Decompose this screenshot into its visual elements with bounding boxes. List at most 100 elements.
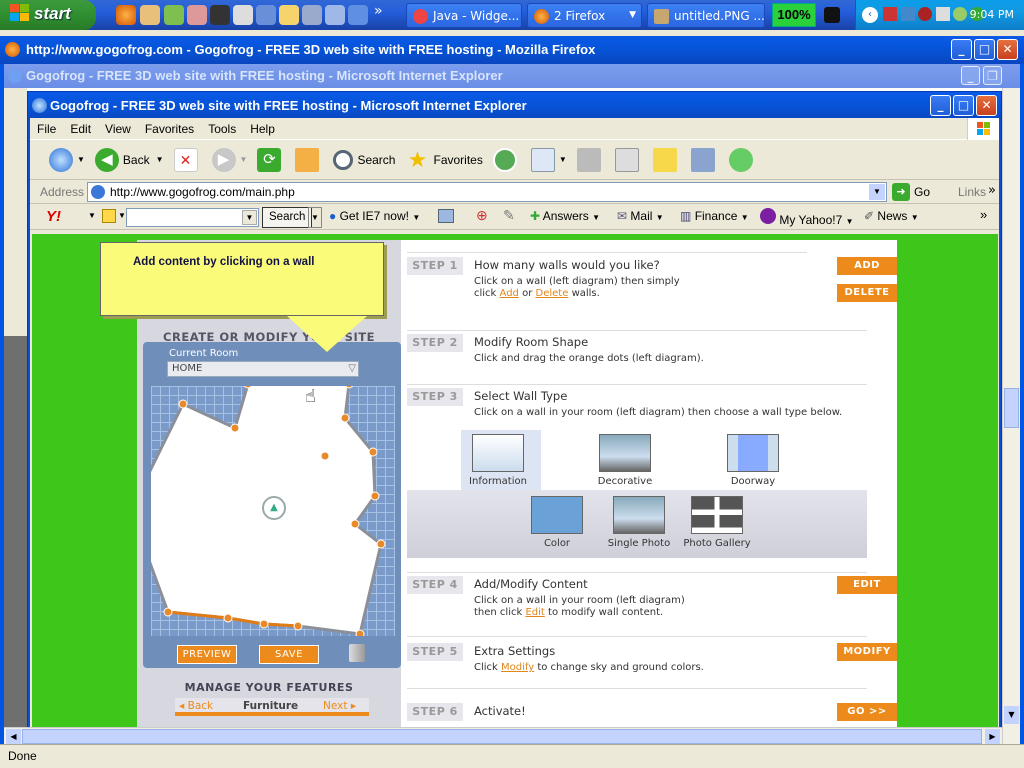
close-button[interactable]: ✕	[976, 95, 997, 116]
get-ie7-button[interactable]: ● Get IE7 now! ▼	[329, 209, 420, 223]
menu-view[interactable]: View	[98, 118, 138, 136]
links-label[interactable]: Links	[958, 185, 986, 199]
flag-icon[interactable]	[883, 7, 897, 21]
menu-edit[interactable]: Edit	[63, 118, 98, 136]
crosshair-icon[interactable]: ⊕	[476, 207, 488, 224]
back-button[interactable]: ◀ Back ▼	[90, 142, 169, 178]
messenger-button[interactable]	[724, 142, 762, 178]
ie-titlebar[interactable]: Gogofrog - FREE 3D web site with FREE ho…	[28, 92, 1001, 120]
modify-button[interactable]: MODIFY	[837, 643, 897, 661]
paint-quicklaunch-icon[interactable]	[187, 5, 207, 25]
quicklaunch-icon[interactable]	[325, 5, 345, 25]
edit-button[interactable]	[610, 142, 648, 178]
restore-button[interactable]: ❐	[983, 66, 1002, 85]
clock-quicklaunch-icon[interactable]	[279, 5, 299, 25]
quicklaunch-icon[interactable]	[140, 5, 160, 25]
refresh-button[interactable]: ⟳	[252, 142, 290, 178]
firefox-quicklaunch-icon[interactable]	[116, 5, 136, 25]
add-link[interactable]: Add	[500, 288, 519, 299]
wall-type-doorway[interactable]: Doorway	[718, 434, 788, 487]
chevron-down-icon[interactable]: ▼	[869, 184, 885, 200]
scroll-left-arrow-icon[interactable]: ◀	[6, 729, 21, 744]
firefox-titlebar[interactable]: http://www.gogofrog.com - Gogofrog - FRE…	[0, 36, 1024, 64]
mail-button[interactable]: ✉ Mail ▼	[617, 209, 664, 223]
toolbar-overflow-icon[interactable]: »	[980, 207, 987, 222]
go-button[interactable]: Go	[914, 185, 930, 199]
ie-back-titlebar[interactable]: Gogofrog - FREE 3D web site with FREE ho…	[4, 64, 1020, 88]
edit-button[interactable]: EDIT	[837, 576, 897, 594]
my-yahoo-button[interactable]: My Yahoo!7 ▼	[760, 208, 854, 227]
scroll-right-arrow-icon[interactable]: ▶	[985, 729, 1000, 744]
modify-link[interactable]: Modify	[501, 662, 534, 673]
pencil-icon[interactable]: ✎	[503, 207, 515, 224]
room-select[interactable]: HOME ▽	[167, 361, 359, 377]
save-button[interactable]: SAVE	[259, 645, 319, 664]
history-button[interactable]	[488, 142, 526, 178]
edit-link[interactable]: Edit	[525, 607, 544, 618]
yahoo-search-button[interactable]: Search	[262, 207, 313, 228]
tray-icon[interactable]	[936, 7, 950, 21]
minimize-button[interactable]: _	[951, 39, 972, 60]
wall-type-single-photo[interactable]: Single Photo	[599, 496, 679, 549]
task-java[interactable]: Java - Widge...	[406, 3, 522, 28]
task-firefox[interactable]: 2 Firefox ▼	[527, 3, 642, 28]
menu-tools[interactable]: Tools	[201, 118, 243, 136]
dropdown-arrow-icon[interactable]: ▼	[308, 207, 322, 228]
vertical-scrollbar[interactable]: ▼	[1002, 88, 1020, 744]
wall-type-information[interactable]: Information	[463, 434, 533, 487]
quicklaunch-icon[interactable]	[256, 5, 276, 25]
wall-type-color[interactable]: Color	[522, 496, 592, 549]
go-arrow-icon[interactable]: ➜	[892, 183, 910, 201]
quicklaunch-icon[interactable]	[302, 5, 322, 25]
quicklaunch-overflow[interactable]: »	[374, 3, 383, 19]
address-input[interactable]: http://www.gogofrog.com/main.php ▼	[87, 182, 887, 202]
quicklaunch-icon[interactable]	[233, 5, 253, 25]
wall-type-photo-gallery[interactable]: Photo Gallery	[677, 496, 757, 549]
window-icon[interactable]	[438, 209, 454, 223]
ie7-button[interactable]: ▼	[44, 142, 90, 178]
maximize-button[interactable]: □	[974, 39, 995, 60]
news-button[interactable]: ✐ News ▼	[864, 209, 919, 223]
delete-button[interactable]: DELETE	[837, 284, 897, 302]
clock[interactable]: 9:04 PM	[970, 8, 1014, 21]
stop-button[interactable]: ✕	[169, 142, 207, 178]
preview-button[interactable]: PREVIEW	[177, 645, 237, 664]
tray-expand-icon[interactable]: ‹	[862, 7, 878, 23]
delete-link[interactable]: Delete	[536, 288, 569, 299]
scrollbar-thumb[interactable]	[1004, 388, 1019, 428]
trash-icon[interactable]	[349, 644, 365, 662]
network-icon[interactable]	[901, 7, 915, 21]
maximize-button[interactable]: □	[953, 95, 974, 116]
tray-icon[interactable]	[918, 7, 932, 21]
room-grid[interactable]: ▲	[151, 386, 395, 636]
chevron-down-icon[interactable]: ▼	[242, 210, 257, 225]
print-button[interactable]	[572, 142, 610, 178]
features-next-button[interactable]: Next ▸	[323, 700, 356, 712]
horizontal-scrollbar[interactable]: ◀ ▶	[4, 727, 1002, 744]
pencil-icon[interactable]	[102, 209, 116, 223]
menu-favorites[interactable]: Favorites	[138, 118, 201, 136]
quicklaunch-icon[interactable]	[210, 5, 230, 25]
add-button[interactable]: ADD	[837, 257, 897, 275]
features-back-button[interactable]: ◂ Back	[179, 700, 213, 712]
favorites-button[interactable]: ★ Favorites	[400, 142, 487, 178]
forward-button[interactable]: ▶ ▼	[207, 142, 253, 178]
task-paint[interactable]: untitled.PNG ...	[647, 3, 765, 28]
dropdown-arrow-icon[interactable]: ▼	[118, 211, 126, 220]
discuss-button[interactable]	[648, 142, 686, 178]
minimize-button[interactable]: _	[930, 95, 951, 116]
close-button[interactable]: ✕	[997, 39, 1018, 60]
mail-button[interactable]: ▼	[526, 142, 572, 178]
home-button[interactable]	[290, 142, 328, 178]
scroll-down-arrow-icon[interactable]: ▼	[1004, 706, 1019, 724]
start-button[interactable]: start	[0, 0, 96, 30]
answers-button[interactable]: ✚ Answers ▼	[530, 209, 600, 223]
go-button[interactable]: GO >>	[837, 703, 897, 721]
menu-file[interactable]: File	[30, 118, 63, 136]
yahoo-logo-icon[interactable]: Y!	[46, 208, 61, 225]
menu-help[interactable]: Help	[243, 118, 282, 136]
finance-button[interactable]: ▥ Finance ▼	[680, 209, 749, 223]
research-button[interactable]	[686, 142, 724, 178]
wall-type-decorative[interactable]: Decorative	[590, 434, 660, 487]
minimize-button[interactable]: _	[961, 66, 980, 85]
